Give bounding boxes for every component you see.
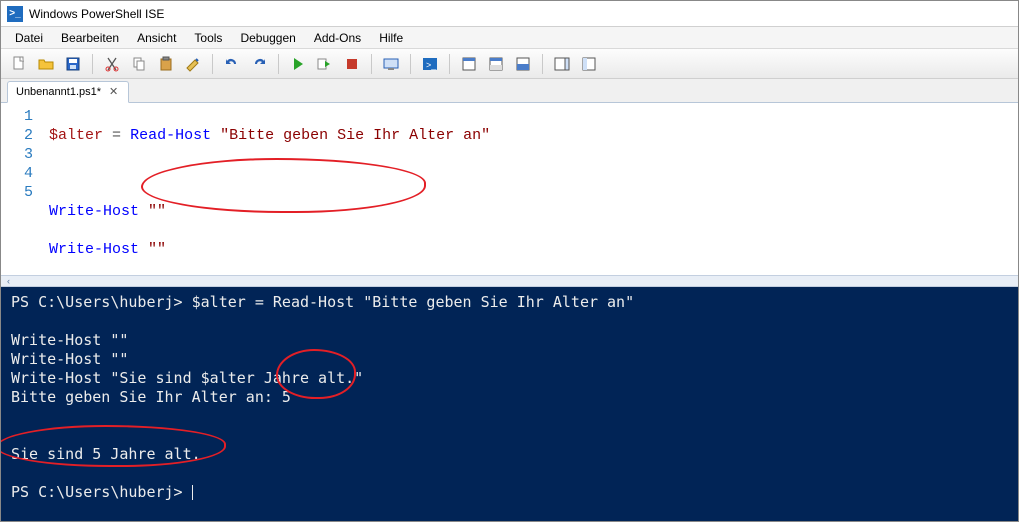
separator-icon — [278, 54, 279, 74]
run-script-button[interactable] — [286, 52, 310, 76]
code-line-1: $alter = Read-Host "Bitte geben Sie Ihr … — [49, 126, 1018, 145]
separator-icon — [92, 54, 93, 74]
code-area[interactable]: $alter = Read-Host "Bitte geben Sie Ihr … — [41, 103, 1018, 275]
menu-ansicht[interactable]: Ansicht — [129, 29, 184, 47]
code-line-4: Write-Host "" — [49, 240, 1018, 259]
tab-close-button[interactable]: ✕ — [107, 87, 120, 98]
run-selection-button[interactable] — [313, 52, 337, 76]
cut-button[interactable] — [100, 52, 124, 76]
menu-debuggen[interactable]: Debuggen — [232, 29, 303, 47]
line-number: 5 — [1, 183, 33, 202]
menu-addons[interactable]: Add-Ons — [306, 29, 369, 47]
tok-cmd: Write-Host — [49, 203, 139, 220]
tabstrip: Unbenannt1.ps1* ✕ — [1, 79, 1018, 103]
line-gutter: 1 2 3 4 5 — [1, 103, 41, 275]
menu-bearbeiten[interactable]: Bearbeiten — [53, 29, 127, 47]
console-pane[interactable]: PS C:\Users\huberj> $alter = Read-Host "… — [1, 287, 1018, 521]
cursor-icon — [192, 485, 193, 500]
new-file-button[interactable] — [7, 52, 31, 76]
clear-button[interactable] — [181, 52, 205, 76]
titlebar: >_ Windows PowerShell ISE — [1, 1, 1018, 27]
line-number: 2 — [1, 126, 33, 145]
console-prompt: PS C:\Users\huberj> — [11, 483, 192, 501]
separator-icon — [449, 54, 450, 74]
tok-eq: = — [112, 127, 121, 144]
open-file-button[interactable] — [34, 52, 58, 76]
console-line: PS C:\Users\huberj> $alter = Read-Host "… — [11, 293, 634, 311]
command-pane-button[interactable] — [550, 52, 574, 76]
separator-icon — [410, 54, 411, 74]
tok-cmd: Read-Host — [130, 127, 211, 144]
remote-button[interactable] — [379, 52, 403, 76]
console-line: Bitte geben Sie Ihr Alter an: 5 — [11, 388, 291, 406]
save-button[interactable] — [61, 52, 85, 76]
menu-hilfe[interactable]: Hilfe — [371, 29, 411, 47]
menu-datei[interactable]: Datei — [7, 29, 51, 47]
toolbox-button[interactable] — [577, 52, 601, 76]
tok-str: "" — [148, 241, 166, 258]
line-number: 1 — [1, 107, 33, 126]
tok-str: "" — [148, 203, 166, 220]
separator-icon — [542, 54, 543, 74]
app-icon: >_ — [7, 6, 23, 22]
menubar: Datei Bearbeiten Ansicht Tools Debuggen … — [1, 27, 1018, 49]
menu-tools[interactable]: Tools — [186, 29, 230, 47]
file-tab[interactable]: Unbenannt1.ps1* ✕ — [7, 81, 129, 103]
console-line: Write-Host "Sie sind $alter Jahre alt." — [11, 369, 363, 387]
undo-button[interactable] — [220, 52, 244, 76]
line-number: 3 — [1, 145, 33, 164]
code-line-2 — [49, 164, 1018, 183]
tok-var: $alter — [49, 127, 103, 144]
console-line: Write-Host "" — [11, 350, 128, 368]
layout-split-button[interactable] — [484, 52, 508, 76]
copy-button[interactable] — [127, 52, 151, 76]
layout-console-button[interactable] — [511, 52, 535, 76]
tab-label: Unbenannt1.ps1* — [16, 86, 101, 98]
separator-icon — [212, 54, 213, 74]
line-number: 4 — [1, 164, 33, 183]
separator-icon — [371, 54, 372, 74]
tok-str: "Bitte geben Sie Ihr Alter an" — [220, 127, 490, 144]
layout-script-button[interactable] — [457, 52, 481, 76]
paste-button[interactable] — [154, 52, 178, 76]
svg-text:>_: >_ — [426, 60, 437, 70]
code-line-3: Write-Host "" — [49, 202, 1018, 221]
tok-cmd: Write-Host — [49, 241, 139, 258]
powershell-button[interactable]: >_ — [418, 52, 442, 76]
stop-button[interactable] — [340, 52, 364, 76]
console-line: Write-Host "" — [11, 331, 128, 349]
toolbar: >_ — [1, 49, 1018, 79]
window-title: Windows PowerShell ISE — [29, 7, 164, 21]
editor-pane[interactable]: 1 2 3 4 5 $alter = Read-Host "Bitte gebe… — [1, 103, 1018, 275]
redo-button[interactable] — [247, 52, 271, 76]
pane-splitter[interactable]: ‹ — [1, 275, 1018, 287]
console-line: Sie sind 5 Jahre alt. — [11, 445, 201, 463]
